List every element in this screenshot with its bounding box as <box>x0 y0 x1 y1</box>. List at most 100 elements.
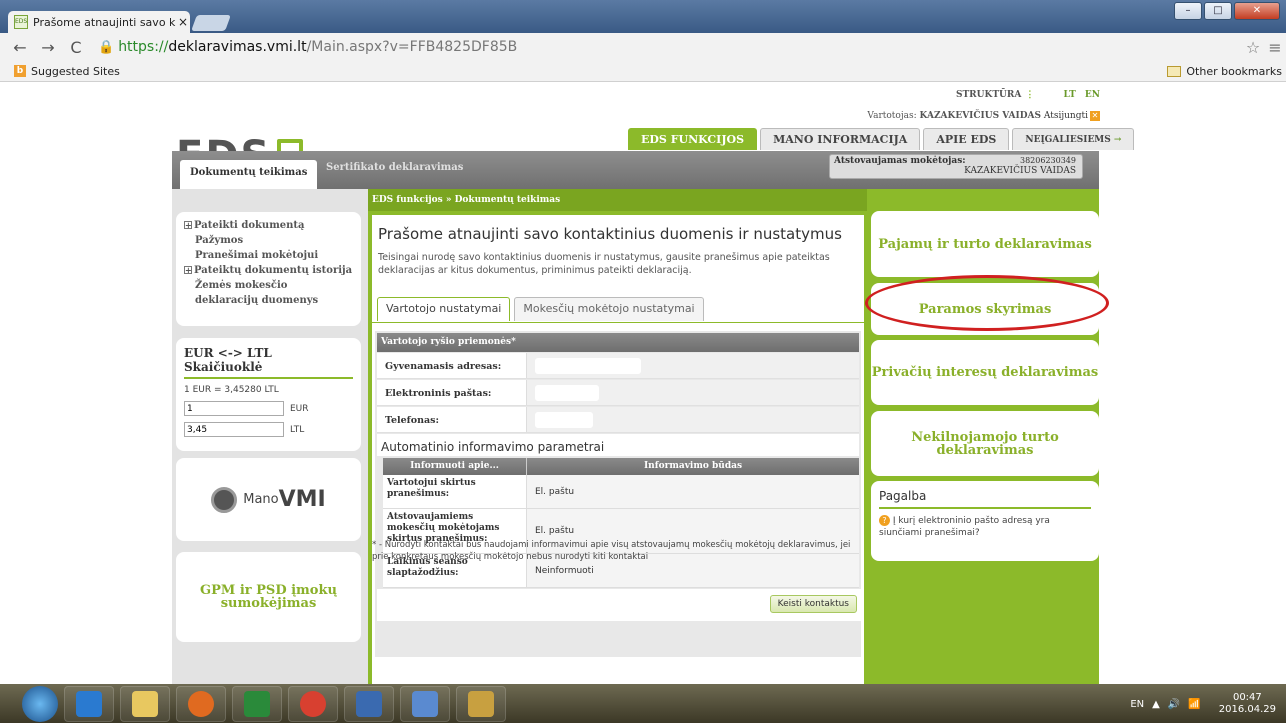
mano-vmi-logo-icon <box>211 486 238 513</box>
gpm-psd-link[interactable]: GPM ir PSD įmokų sumokėjimas <box>176 552 361 642</box>
firefox-taskbar-icon[interactable] <box>176 685 226 722</box>
url-field[interactable]: 🔒 https://deklaravimas.vmi.lt/Main.aspx?… <box>98 39 1242 55</box>
minimize-button[interactable]: – <box>1174 2 1202 20</box>
currency-calculator: EUR <-> LTL Skaičiuoklė 1 EUR = 3,45280 … <box>176 338 361 451</box>
menu-item-pazymos[interactable]: Pažymos <box>184 233 353 248</box>
excel-taskbar-icon[interactable] <box>232 685 282 722</box>
menu-item-pateikti[interactable]: + Pateikti dokumentą <box>184 218 353 233</box>
page-content: EDS STRUKTŪRA⋮ LT EN Vartotojas: KAZAKEV… <box>0 82 1286 684</box>
breadcrumb: EDS funkcijos » Dokumentų teikimas <box>368 189 867 211</box>
main-tabs: EDS FUNKCIJOS MANO INFORMACIJA APIE EDS … <box>628 128 1135 150</box>
bookmarks-bar: b Suggested Sites Other bookmarks <box>0 61 1286 82</box>
network-icon[interactable]: 📶 <box>1188 699 1200 710</box>
tab-mokesciu-moketojo[interactable]: Mokesčių mokėtojo nustatymai <box>514 297 704 321</box>
subtab-sertifikato[interactable]: Sertifikato deklaravimas <box>316 155 473 184</box>
structure-link[interactable]: STRUKTŪRA <box>956 90 1021 100</box>
browser-title-bar: EDS Prašome atnaujinti savo k × – □ ✕ <box>0 0 1286 33</box>
folder-icon <box>1167 65 1182 77</box>
nekilnojamojo-turto-link[interactable]: Nekilnojamojo turto deklaravimas <box>871 411 1099 476</box>
mano-vmi-banner[interactable]: Mano VMI <box>176 458 361 541</box>
menu-item-zemes[interactable]: Žemės mokesčio deklaracijų duomenys <box>184 278 353 308</box>
side-menu: + Pateikti dokumentą Pažymos Pranešimai m… <box>176 212 361 326</box>
address-value <box>535 358 641 374</box>
menu-item-istorija[interactable]: + Pateiktų dokumentų istorija <box>184 263 353 278</box>
expand-icon[interactable]: + <box>184 266 192 274</box>
page-title: Prašome atnaujinti savo kontaktinius duo… <box>378 225 842 243</box>
menu-item-pranesimai[interactable]: Pranešimai mokėtojui <box>184 248 353 263</box>
help-question[interactable]: ? Į kurį elektroninio pašto adresą yra s… <box>879 515 1091 539</box>
menu-icon[interactable]: ≡ <box>1264 38 1286 57</box>
inform-table-header: Informuoti apie... Informavimo būdas <box>383 458 859 475</box>
tab-title: Prašome atnaujinti savo k <box>33 15 176 29</box>
address-bar: ← → C 🔒 https://deklaravimas.vmi.lt/Main… <box>0 33 1286 61</box>
chrome-taskbar-icon[interactable] <box>288 685 338 722</box>
auto-inform-title: Automatinio informavimo parametrai <box>377 434 859 456</box>
subtab-dokumentu-teikimas[interactable]: Dokumentų teikimas <box>180 160 318 189</box>
table-row: Vartotojui skirtus pranešimus: El. paštu <box>383 475 859 509</box>
email-value <box>535 385 599 401</box>
bookmark-star-icon[interactable]: ☆ <box>1242 38 1264 57</box>
bookmark-other[interactable]: Other bookmarks <box>1167 65 1282 78</box>
media-taskbar-icon[interactable] <box>344 685 394 722</box>
change-contacts-button[interactable]: Keisti kontaktus <box>769 595 857 613</box>
sub-navigation: Dokumentų teikimas Sertifikato deklaravi… <box>172 151 1099 189</box>
app-taskbar-icon[interactable] <box>400 685 450 722</box>
system-tray: EN ▲ 🔊 📶 00:47 2016.04.29 <box>1130 692 1276 716</box>
highlight-oval <box>865 275 1109 331</box>
logout-icon[interactable]: ✕ <box>1090 111 1100 121</box>
settings-panel: Vartotojo ryšio priemonės* Gyvenamasis a… <box>375 331 861 657</box>
page-description: Teisingai nurodę savo kontaktinius duome… <box>378 252 830 276</box>
structure-icon: ⋮ <box>1025 90 1035 100</box>
tab-apie-eds[interactable]: APIE EDS <box>923 128 1010 150</box>
favicon-icon: EDS <box>14 15 28 29</box>
privaciu-interesu-link[interactable]: Privačių interesų deklaravimas <box>871 340 1099 405</box>
help-title: Pagalba <box>879 489 1091 509</box>
maximize-button[interactable]: □ <box>1204 2 1232 20</box>
user-line: Vartotojas: KAZAKEVIČIUS VAIDAS Atsijung… <box>867 111 1100 121</box>
payer-box: Atstovaujamas mokėtojas: 38206230349 KAZ… <box>829 154 1083 179</box>
right-column: Pajamų ir turto deklaravimas Paramos sky… <box>865 189 1109 684</box>
logout-link[interactable]: Atsijungti <box>1044 111 1088 121</box>
paint-taskbar-icon[interactable] <box>456 685 506 722</box>
exchange-rate: 1 EUR = 3,45280 LTL <box>184 385 279 395</box>
language-indicator[interactable]: EN <box>1130 699 1144 710</box>
tab-negaliesiems[interactable]: NEĮGALIESIEMS → <box>1012 128 1135 150</box>
lock-icon: 🔒 <box>98 39 115 55</box>
volume-icon[interactable]: 🔊 <box>1168 699 1180 710</box>
tab-eds-funkcijos[interactable]: EDS FUNKCIJOS <box>628 128 758 150</box>
email-row: Elektroninis paštas: <box>377 380 859 406</box>
window-controls: – □ ✕ <box>1174 2 1280 20</box>
lang-lt-link[interactable]: LT <box>1063 90 1075 100</box>
bing-icon: b <box>14 65 26 77</box>
clock[interactable]: 00:47 2016.04.29 <box>1219 692 1276 716</box>
phone-value <box>535 412 593 428</box>
lang-en-link[interactable]: EN <box>1085 90 1100 100</box>
forward-icon[interactable]: → <box>40 38 56 57</box>
help-box: Pagalba ? Į kurį elektroninio pašto adre… <box>871 481 1099 561</box>
expand-icon[interactable]: + <box>184 221 192 229</box>
eur-input[interactable] <box>184 401 284 416</box>
phone-row: Telefonas: <box>377 407 859 433</box>
main-panel: EDS funkcijos » Dokumentų teikimas Prašo… <box>368 189 867 684</box>
explorer-taskbar-icon[interactable] <box>120 685 170 722</box>
arrow-right-icon: → <box>1113 135 1122 145</box>
pajamu-turto-link[interactable]: Pajamų ir turto deklaravimas <box>871 211 1099 277</box>
question-icon: ? <box>879 515 890 526</box>
tray-arrow-icon[interactable]: ▲ <box>1152 699 1160 710</box>
back-icon[interactable]: ← <box>12 38 28 57</box>
tab-close-icon[interactable]: × <box>176 15 190 29</box>
paramos-skyrimas-link[interactable]: Paramos skyrimas <box>865 275 1109 335</box>
close-window-button[interactable]: ✕ <box>1234 2 1280 20</box>
ltl-input[interactable] <box>184 422 284 437</box>
browser-tab[interactable]: EDS Prašome atnaujinti savo k × <box>8 11 190 33</box>
bookmark-suggested[interactable]: b Suggested Sites <box>14 65 120 78</box>
footnote: * - Nurodyti kontaktai bus naudojami inf… <box>372 540 851 562</box>
address-row: Gyvenamasis adresas: <box>377 353 859 379</box>
new-tab-button[interactable] <box>191 15 231 31</box>
reload-icon[interactable]: C <box>68 38 84 57</box>
ie-taskbar-icon[interactable] <box>64 685 114 722</box>
windows-taskbar: EN ▲ 🔊 📶 00:47 2016.04.29 <box>0 684 1286 723</box>
tab-mano-informacija[interactable]: MANO INFORMACIJA <box>760 128 921 150</box>
start-button[interactable] <box>22 685 58 722</box>
tab-vartotojo-nustatymai[interactable]: Vartotojo nustatymai <box>377 297 511 321</box>
